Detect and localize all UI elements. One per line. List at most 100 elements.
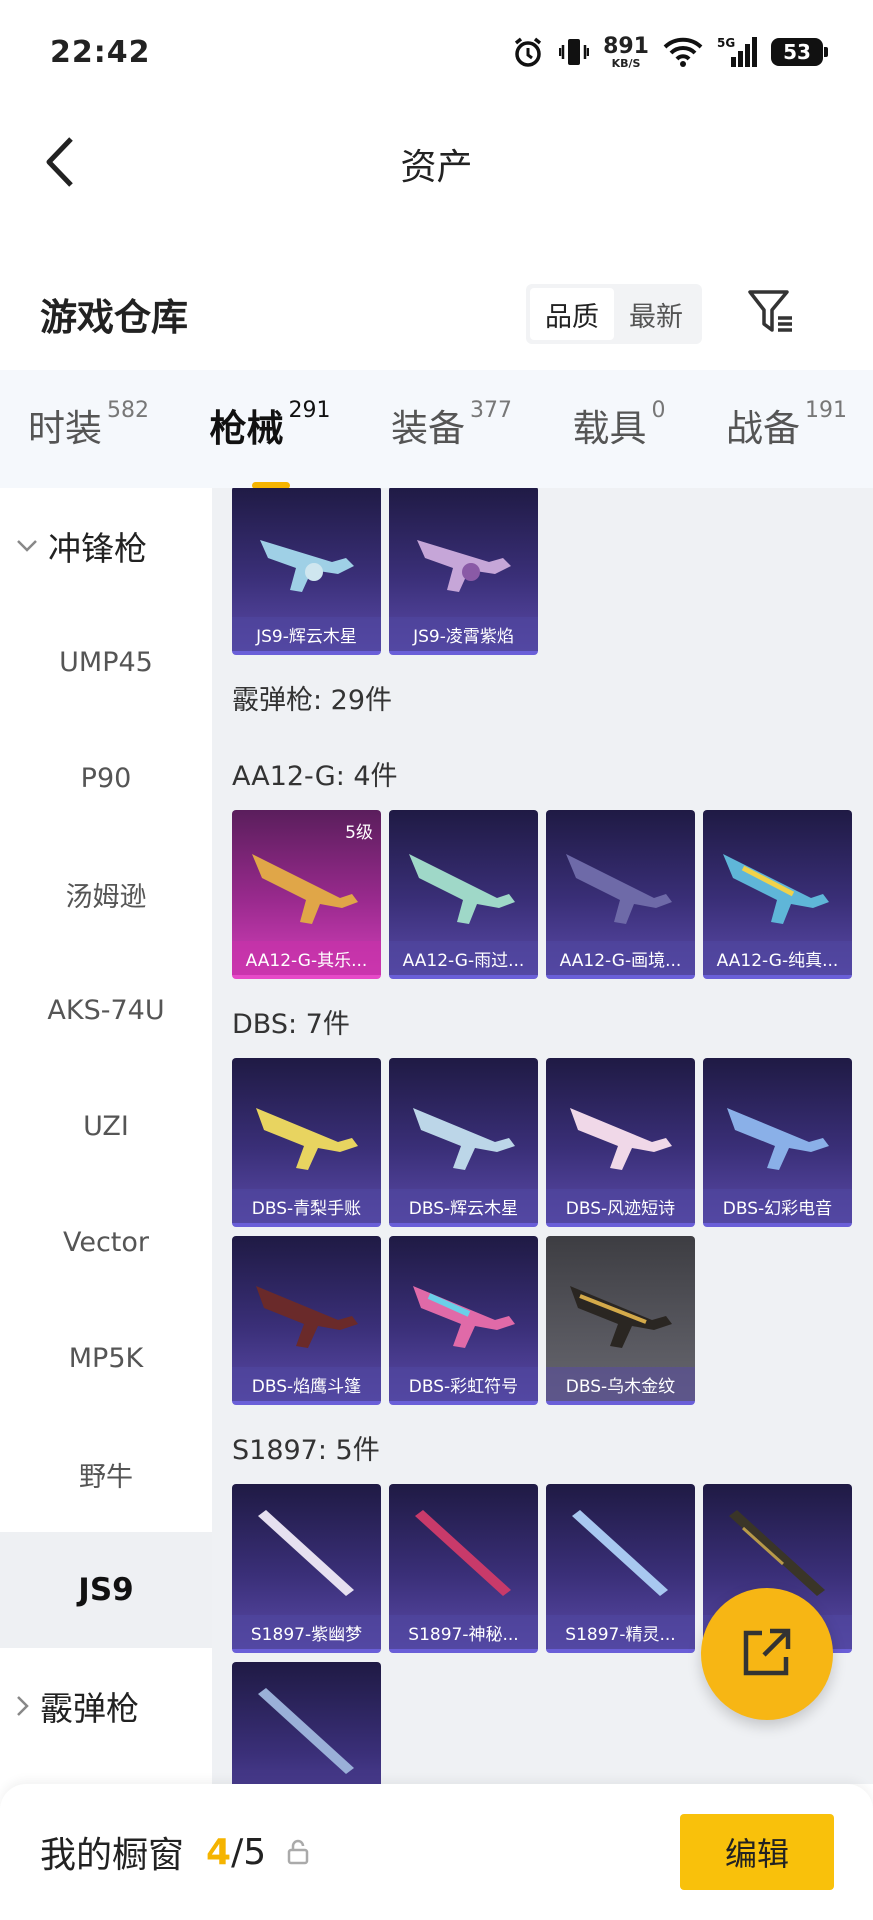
app-header: 资产 [0, 104, 873, 224]
item-name: DBS-辉云木星 [389, 1189, 538, 1223]
status-time: 22:42 [50, 34, 151, 70]
sidebar-item-aks74u[interactable]: AKS-74U [0, 952, 212, 1068]
shotgun-total-label: 霰弹枪: 29件 [232, 685, 393, 716]
js9-row: JS9-辉云木星 JS9-凌霄紫焰 [232, 488, 538, 655]
item-card[interactable]: DBS-彩虹符号 [389, 1236, 538, 1405]
item-card[interactable]: 5级 AA12-G-其乐... [232, 810, 381, 979]
sidebar-group-shotgun[interactable]: 霰弹枪 [0, 1648, 212, 1764]
item-name: DBS-青梨手账 [232, 1189, 381, 1223]
sidebar-item-bizon[interactable]: 野牛 [0, 1416, 212, 1532]
sidebar-item-js9[interactable]: JS9 [0, 1532, 212, 1648]
shotgun-skin-image [242, 1250, 371, 1360]
tab-label: 时装 [28, 407, 102, 450]
item-card[interactable]: DBS-青梨手账 [232, 1058, 381, 1227]
share-button[interactable] [701, 1588, 833, 1720]
item-name: AA12-G-纯真... [703, 941, 852, 975]
tab-count: 582 [107, 398, 149, 423]
item-name: DBS-幻彩电音 [703, 1189, 852, 1223]
back-button[interactable] [30, 134, 90, 194]
tab-count: 191 [805, 398, 847, 423]
item-name: AA12-G-画境... [546, 941, 695, 975]
item-name: DBS-风迹短诗 [546, 1189, 695, 1223]
shotgun-skin-image [556, 1072, 685, 1182]
item-name: DBS-彩虹符号 [389, 1367, 538, 1401]
item-card[interactable]: S1897-紫幽梦 [232, 1484, 381, 1653]
item-card[interactable]: JS9-辉云木星 [232, 488, 381, 655]
battery-icon: 53 [771, 38, 828, 66]
sort-option-quality[interactable]: 品质 [530, 288, 614, 340]
sidebar-group-smg[interactable]: 冲锋枪 [0, 488, 212, 604]
item-name: DBS-乌木金纹 [546, 1367, 695, 1401]
chevron-right-icon [16, 1695, 30, 1717]
category-tabs: 时装 582 枪械 291 装备 377 载具 0 战备 191 [0, 370, 873, 489]
item-card[interactable]: AA12-G-雨过... [389, 810, 538, 979]
item-name: AA12-G-雨过... [389, 941, 538, 975]
shotgun-skin-image [399, 1072, 528, 1182]
tab-vehicles[interactable]: 载具 0 [573, 394, 666, 464]
shotgun-skin-image [713, 1072, 842, 1182]
showcase-bar: 我的橱窗 4/5 编辑 [0, 1784, 873, 1920]
item-card[interactable]: DBS-辉云木星 [389, 1058, 538, 1227]
filter-icon [747, 288, 797, 340]
vibrate-icon [559, 35, 590, 69]
tab-supplies[interactable]: 战备 191 [726, 394, 847, 464]
shotgun-skin-image [713, 824, 842, 934]
share-external-icon [740, 1625, 794, 1683]
filter-button[interactable] [742, 284, 802, 344]
edit-button[interactable]: 编辑 [680, 1814, 834, 1890]
shotgun-skin-image [242, 1072, 371, 1182]
tab-label: 载具 [572, 407, 647, 450]
tab-fashion[interactable]: 时装 582 [28, 394, 149, 464]
shotgun-skin-image [242, 824, 371, 934]
sidebar-item-uzi[interactable]: UZI [0, 1068, 212, 1184]
shotgun-skin-image [399, 824, 528, 934]
tab-guns[interactable]: 枪械 291 [209, 394, 331, 489]
aa12-section-label: AA12-G: 4件 [232, 761, 398, 792]
dbs-section-label: DBS: 7件 [232, 1009, 350, 1040]
item-card[interactable]: AA12-G-纯真... [703, 810, 852, 979]
showcase-total: 5 [243, 1831, 267, 1873]
status-icons: 891 KB/S 5G 53 [511, 33, 828, 70]
item-name: S1897-神秘... [389, 1615, 538, 1649]
net-speed-unit: KB/S [611, 56, 641, 70]
wifi-icon [663, 36, 703, 68]
item-name: S1897-紫幽梦 [232, 1615, 381, 1649]
net-speed: 891 KB/S [603, 33, 649, 70]
sidebar-item-thompson[interactable]: 汤姆逊 [0, 836, 212, 952]
tab-equipment[interactable]: 装备 377 [391, 394, 512, 464]
tab-count: 0 [651, 398, 666, 423]
item-name: JS9-辉云木星 [232, 617, 381, 651]
warehouse-title: 游戏仓库 [40, 296, 188, 339]
item-name: S1897-精灵... [546, 1615, 695, 1649]
item-card[interactable]: DBS-风迹短诗 [546, 1058, 695, 1227]
tab-label: 枪械 [209, 407, 284, 450]
showcase-separator: / [231, 1831, 244, 1873]
shotgun-skin-image [399, 1498, 528, 1608]
sidebar-item-p90[interactable]: P90 [0, 720, 212, 836]
chevron-down-icon [16, 539, 38, 553]
sidebar-item-vector[interactable]: Vector [0, 1184, 212, 1300]
shotgun-skin-image [242, 1498, 371, 1608]
item-card[interactable]: DBS-幻彩电音 [703, 1058, 852, 1227]
status-bar: 22:42 891 KB/S 5G 53 [0, 0, 873, 104]
net-speed-value: 891 [603, 33, 649, 59]
sidebar-group-label: 霰弹枪 [40, 1689, 139, 1728]
lock-icon [286, 1839, 310, 1865]
item-card[interactable]: DBS-乌木金纹 [546, 1236, 695, 1405]
item-card[interactable]: JS9-凌霄紫焰 [389, 488, 538, 655]
sidebar-item-mp5k[interactable]: MP5K [0, 1300, 212, 1416]
item-card[interactable]: DBS-焰鹰斗篷 [232, 1236, 381, 1405]
item-card[interactable] [232, 1662, 381, 1784]
showcase-label: 我的橱窗 [40, 1835, 185, 1876]
item-name: AA12-G-其乐... [232, 941, 381, 975]
sort-option-newest[interactable]: 最新 [614, 288, 698, 340]
shotgun-skin-image [399, 1250, 528, 1360]
item-name: DBS-焰鹰斗篷 [232, 1367, 381, 1401]
svg-text:5G: 5G [717, 36, 735, 50]
item-card[interactable]: AA12-G-画境... [546, 810, 695, 979]
smg-skin-image [399, 500, 528, 610]
sidebar-item-ump45[interactable]: UMP45 [0, 604, 212, 720]
item-card[interactable]: S1897-精灵... [546, 1484, 695, 1653]
dbs-row-1: DBS-青梨手账 DBS-辉云木星 DBS-风迹短诗 DBS-幻彩电音 [232, 1058, 852, 1227]
item-card[interactable]: S1897-神秘... [389, 1484, 538, 1653]
